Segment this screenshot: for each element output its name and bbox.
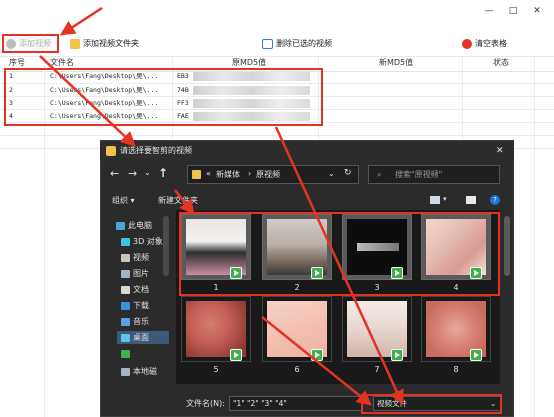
arrow-to-add-video [59, 6, 103, 36]
arrow-to-thumbs [174, 189, 195, 215]
arrow-to-filetype-2 [261, 316, 372, 406]
annotation-arrows [39, 6, 404, 406]
arrow-to-dialog [39, 55, 136, 147]
arrow-to-filetype [274, 126, 404, 406]
